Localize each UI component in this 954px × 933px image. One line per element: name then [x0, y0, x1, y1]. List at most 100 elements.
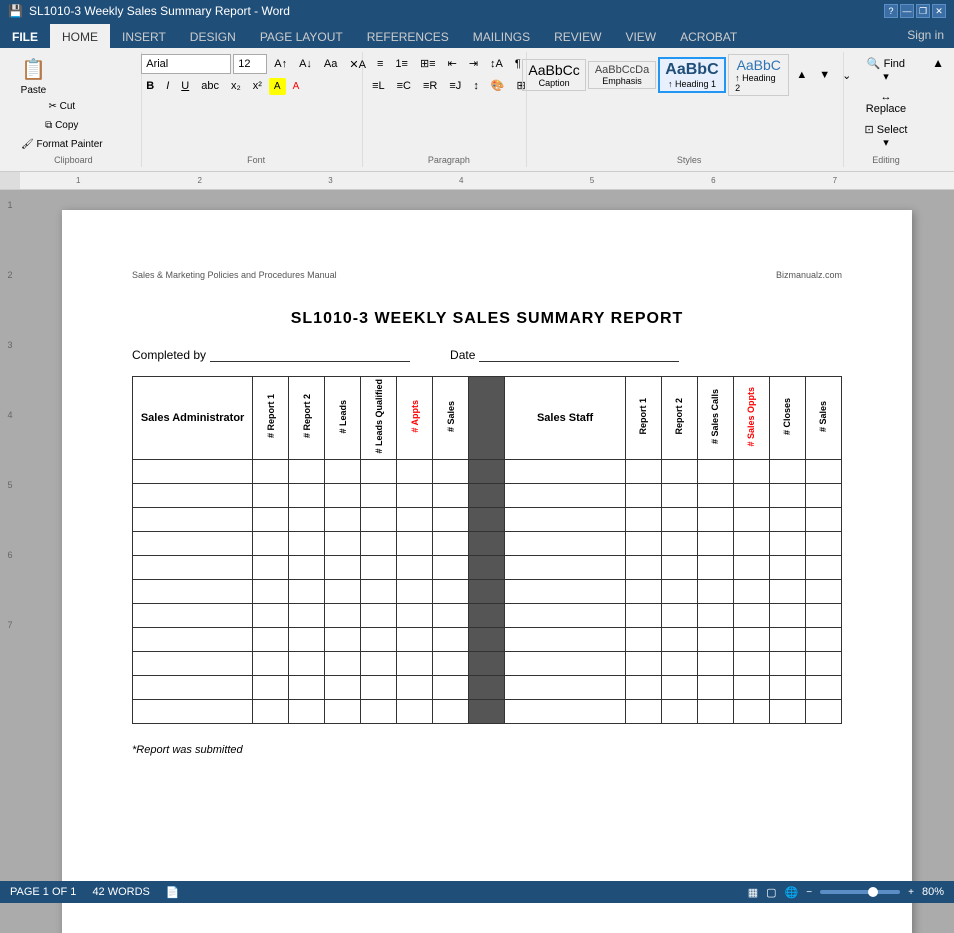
align-center-button[interactable]: ≡C	[392, 76, 416, 95]
table-cell[interactable]	[361, 699, 397, 723]
zoom-minus[interactable]: −	[806, 887, 812, 898]
table-cell[interactable]	[661, 483, 697, 507]
font-color-button[interactable]: A	[288, 78, 305, 95]
table-cell[interactable]	[397, 627, 433, 651]
table-cell[interactable]	[805, 507, 841, 531]
table-cell[interactable]	[397, 483, 433, 507]
tab-review[interactable]: REVIEW	[542, 24, 613, 48]
italic-button[interactable]: I	[161, 77, 174, 95]
justify-button[interactable]: ≡J	[444, 76, 466, 95]
tab-view[interactable]: VIEW	[613, 24, 668, 48]
table-cell[interactable]	[433, 603, 469, 627]
table-cell[interactable]	[253, 507, 289, 531]
table-cell[interactable]	[505, 627, 625, 651]
table-cell[interactable]	[505, 699, 625, 723]
numbering-button[interactable]: 1≡	[390, 54, 413, 73]
table-cell[interactable]	[433, 675, 469, 699]
table-cell[interactable]	[361, 579, 397, 603]
table-cell[interactable]	[325, 483, 361, 507]
table-cell[interactable]	[769, 555, 805, 579]
styles-scroll-down[interactable]: ▼	[814, 65, 835, 85]
table-cell[interactable]	[397, 675, 433, 699]
table-cell[interactable]	[661, 699, 697, 723]
table-cell[interactable]	[289, 507, 325, 531]
table-cell[interactable]	[133, 603, 253, 627]
table-cell[interactable]	[625, 483, 661, 507]
table-cell[interactable]	[769, 507, 805, 531]
table-cell[interactable]	[733, 579, 769, 603]
multilevel-button[interactable]: ⊞≡	[415, 54, 441, 73]
strikethrough-button[interactable]: abc	[196, 77, 224, 95]
decrease-indent-button[interactable]: ⇤	[443, 54, 462, 73]
font-name-input[interactable]	[141, 54, 231, 74]
table-cell[interactable]	[733, 507, 769, 531]
table-cell[interactable]	[625, 459, 661, 483]
table-cell[interactable]	[361, 459, 397, 483]
document-area[interactable]: Sales & Marketing Policies and Procedure…	[20, 190, 954, 933]
table-cell[interactable]	[325, 627, 361, 651]
align-left-button[interactable]: ≡L	[367, 76, 390, 95]
subscript-button[interactable]: x₂	[226, 77, 246, 95]
table-cell[interactable]	[733, 627, 769, 651]
bullets-button[interactable]: ≡	[372, 54, 388, 73]
table-cell[interactable]	[253, 531, 289, 555]
shading-button[interactable]: 🎨	[486, 76, 510, 95]
table-cell[interactable]	[253, 675, 289, 699]
table-cell[interactable]	[733, 483, 769, 507]
table-cell[interactable]	[361, 603, 397, 627]
table-cell[interactable]	[325, 507, 361, 531]
align-right-button[interactable]: ≡R	[418, 76, 442, 95]
table-cell[interactable]	[733, 531, 769, 555]
superscript-button[interactable]: x²	[248, 77, 267, 95]
table-cell[interactable]	[397, 507, 433, 531]
table-cell[interactable]	[733, 555, 769, 579]
tab-file[interactable]: FILE	[0, 24, 50, 48]
table-cell[interactable]	[769, 579, 805, 603]
table-cell[interactable]	[325, 603, 361, 627]
table-cell[interactable]	[133, 579, 253, 603]
table-cell[interactable]	[625, 555, 661, 579]
table-cell[interactable]	[325, 675, 361, 699]
table-cell[interactable]	[433, 651, 469, 675]
table-cell[interactable]	[769, 483, 805, 507]
table-cell[interactable]	[433, 627, 469, 651]
table-cell[interactable]	[661, 675, 697, 699]
table-cell[interactable]	[397, 603, 433, 627]
table-cell[interactable]	[805, 603, 841, 627]
table-cell[interactable]	[133, 459, 253, 483]
table-cell[interactable]	[361, 531, 397, 555]
table-cell[interactable]	[433, 507, 469, 531]
table-cell[interactable]	[697, 507, 733, 531]
table-cell[interactable]	[289, 579, 325, 603]
tab-references[interactable]: REFERENCES	[355, 24, 461, 48]
table-cell[interactable]	[253, 699, 289, 723]
table-cell[interactable]	[253, 579, 289, 603]
tab-design[interactable]: DESIGN	[178, 24, 248, 48]
table-cell[interactable]	[505, 459, 625, 483]
table-cell[interactable]	[697, 555, 733, 579]
completed-by-value[interactable]	[210, 348, 410, 362]
table-cell[interactable]	[361, 555, 397, 579]
table-cell[interactable]	[361, 651, 397, 675]
style-emphasis[interactable]: AaBbCcDa Emphasis	[588, 61, 655, 89]
tab-acrobat[interactable]: ACROBAT	[668, 24, 749, 48]
date-value[interactable]	[479, 348, 679, 362]
table-cell[interactable]	[361, 627, 397, 651]
format-painter-button[interactable]: 🖌 Format Painter	[16, 136, 108, 153]
zoom-slider[interactable]	[820, 890, 900, 894]
cut-button[interactable]: ✂ Cut	[16, 98, 108, 115]
table-cell[interactable]	[397, 459, 433, 483]
view-full-icon[interactable]: ▢	[766, 886, 776, 899]
table-cell[interactable]	[397, 579, 433, 603]
table-cell[interactable]	[805, 675, 841, 699]
table-cell[interactable]	[625, 507, 661, 531]
styles-scroll-up[interactable]: ▲	[791, 65, 812, 85]
table-cell[interactable]	[505, 531, 625, 555]
table-cell[interactable]	[697, 627, 733, 651]
table-cell[interactable]	[133, 555, 253, 579]
table-cell[interactable]	[325, 651, 361, 675]
table-cell[interactable]	[625, 699, 661, 723]
table-cell[interactable]	[661, 459, 697, 483]
style-heading2[interactable]: AaBbC ↑ Heading 2	[728, 54, 789, 96]
table-cell[interactable]	[697, 603, 733, 627]
